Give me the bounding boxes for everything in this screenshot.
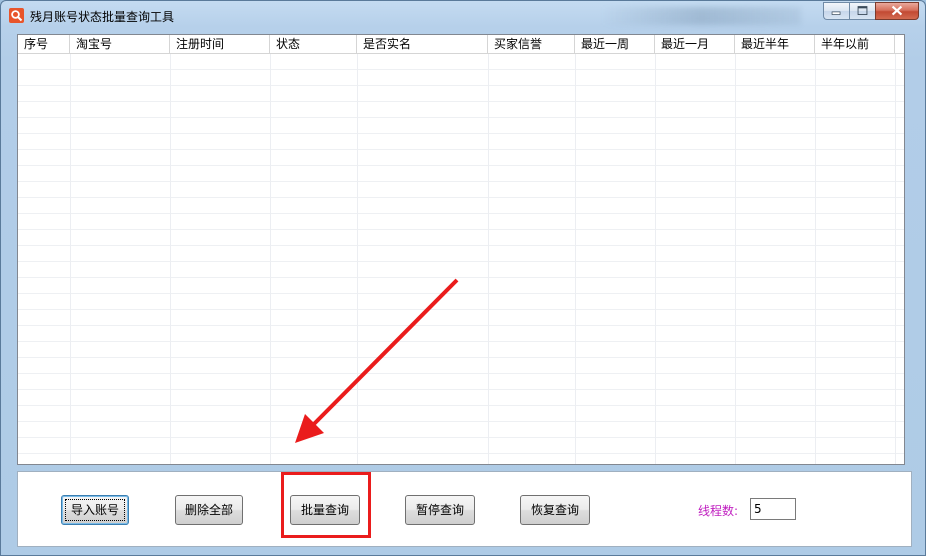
annotation-arrow (295, 278, 459, 443)
main-window: 残月账号状态批量查询工具 序号 淘宝号 注册时间 状态 是否实名 买家信誉 最近… (0, 0, 926, 556)
